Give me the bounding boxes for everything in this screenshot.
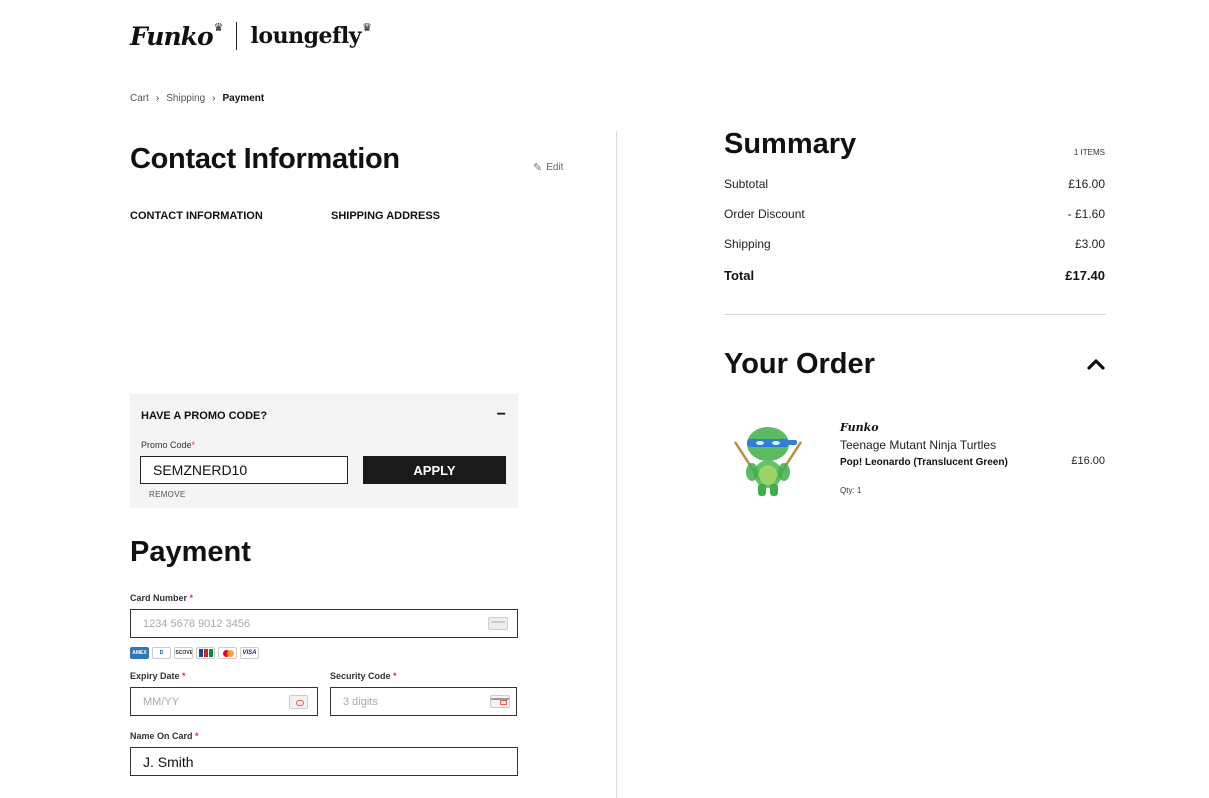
- edit-label: Edit: [546, 162, 564, 173]
- summary-value: £16.00: [1068, 177, 1105, 191]
- summary-label: Shipping: [724, 237, 771, 251]
- required-mark: *: [182, 671, 186, 681]
- required-mark: *: [191, 440, 196, 450]
- security-placeholder: 3 digits: [343, 696, 378, 708]
- pencil-icon: ✎: [533, 162, 543, 174]
- promo-title[interactable]: HAVE A PROMO CODE?: [141, 410, 267, 422]
- expiry-date-input[interactable]: MM/YY: [130, 687, 318, 716]
- product-brand: Funko: [840, 421, 879, 434]
- diners-icon: D: [152, 647, 171, 659]
- product-price: £16.00: [1071, 455, 1105, 467]
- shipping-address-heading: SHIPPING ADDRESS: [331, 210, 441, 222]
- security-label-text: Security Code: [330, 671, 391, 681]
- product-series: Teenage Mutant Ninja Turtles: [840, 438, 997, 452]
- promo-code-label-text: Promo Code: [141, 440, 192, 450]
- apply-button[interactable]: APPLY: [363, 456, 506, 484]
- credit-card-icon: [488, 617, 508, 630]
- summary-row-subtotal: Subtotal £16.00: [724, 177, 1105, 191]
- card-number-input[interactable]: 1234 5678 9012 3456: [130, 609, 518, 638]
- name-on-card-input[interactable]: J. Smith: [130, 747, 518, 776]
- card-number-label-text: Card Number: [130, 593, 188, 603]
- breadcrumb-cart[interactable]: Cart: [130, 93, 149, 104]
- total-value: £17.40: [1065, 268, 1105, 283]
- crown-icon: ♛: [213, 21, 224, 34]
- summary-value: - £1.60: [1067, 207, 1105, 221]
- payment-title: Payment: [130, 536, 251, 568]
- product-qty: Qty: 1: [840, 486, 862, 495]
- amex-icon: AMEX: [130, 647, 149, 659]
- mastercard-icon: [218, 647, 237, 659]
- card-expiry-icon: [289, 695, 308, 709]
- required-mark: *: [189, 593, 194, 603]
- chevron-up-icon[interactable]: [1087, 357, 1105, 371]
- summary-value: £3.00: [1074, 237, 1105, 251]
- expiry-label: Expiry Date *: [130, 671, 186, 681]
- brand-logos[interactable]: Funko ♛ loungefly ♛: [130, 21, 372, 51]
- product-image[interactable]: [727, 420, 809, 502]
- promo-code-label: Promo Code*: [141, 440, 195, 450]
- accepted-cards: AMEX D DISCOVER VISA: [130, 647, 259, 659]
- chevron-right-icon: ›: [155, 93, 160, 104]
- security-code-input[interactable]: 3 digits: [330, 687, 517, 716]
- security-code-label: Security Code *: [330, 671, 397, 681]
- contact-info-heading: CONTACT INFORMATION: [130, 210, 263, 222]
- name-label-text: Name On Card: [130, 731, 193, 741]
- jcb-icon: [196, 647, 215, 659]
- summary-label: Order Discount: [724, 207, 805, 221]
- required-mark: *: [195, 731, 199, 741]
- remove-promo-link[interactable]: REMOVE: [149, 490, 185, 499]
- expiry-placeholder: MM/YY: [143, 696, 180, 708]
- discover-icon: DISCOVER: [174, 647, 193, 659]
- card-number-placeholder: 1234 5678 9012 3456: [143, 618, 251, 630]
- expiry-label-text: Expiry Date: [130, 671, 180, 681]
- breadcrumb: Cart › Shipping › Payment: [130, 93, 264, 104]
- summary-title: Summary: [724, 128, 857, 160]
- summary-label: Subtotal: [724, 177, 769, 191]
- chevron-right-icon: ›: [212, 93, 216, 104]
- items-count: 1 ITEMS: [1073, 148, 1105, 157]
- total-label: Total: [724, 268, 755, 283]
- collapse-icon[interactable]: −: [497, 406, 506, 424]
- column-divider: [616, 131, 617, 798]
- product-name[interactable]: Pop! Leonardo (Translucent Green): [840, 457, 1010, 469]
- name-on-card-label: Name On Card *: [130, 731, 199, 741]
- logo-divider: [235, 22, 237, 50]
- card-number-label: Card Number *: [130, 593, 193, 603]
- breadcrumb-shipping[interactable]: Shipping: [166, 93, 205, 104]
- summary-row-shipping: Shipping £3.00: [724, 237, 1105, 251]
- summary-row-discount: Order Discount - £1.60: [724, 207, 1105, 221]
- card-cvv-icon: [490, 695, 510, 708]
- visa-icon: VISA: [240, 647, 259, 659]
- breadcrumb-payment: Payment: [222, 93, 265, 104]
- required-mark: *: [393, 671, 397, 681]
- loungefly-logo[interactable]: loungefly: [251, 23, 362, 49]
- summary-row-total: Total £17.40: [724, 268, 1105, 283]
- contact-title: Contact Information: [130, 143, 400, 175]
- your-order-title[interactable]: Your Order: [724, 348, 875, 381]
- promo-code-input[interactable]: SEMZNERD10: [140, 456, 348, 484]
- edit-contact-button[interactable]: ✎ Edit: [533, 161, 563, 174]
- promo-panel: HAVE A PROMO CODE? − Promo Code* SEMZNER…: [130, 394, 518, 508]
- summary-divider: [724, 314, 1106, 315]
- funko-logo[interactable]: Funko: [130, 22, 214, 51]
- crown-icon: ♛: [362, 21, 372, 34]
